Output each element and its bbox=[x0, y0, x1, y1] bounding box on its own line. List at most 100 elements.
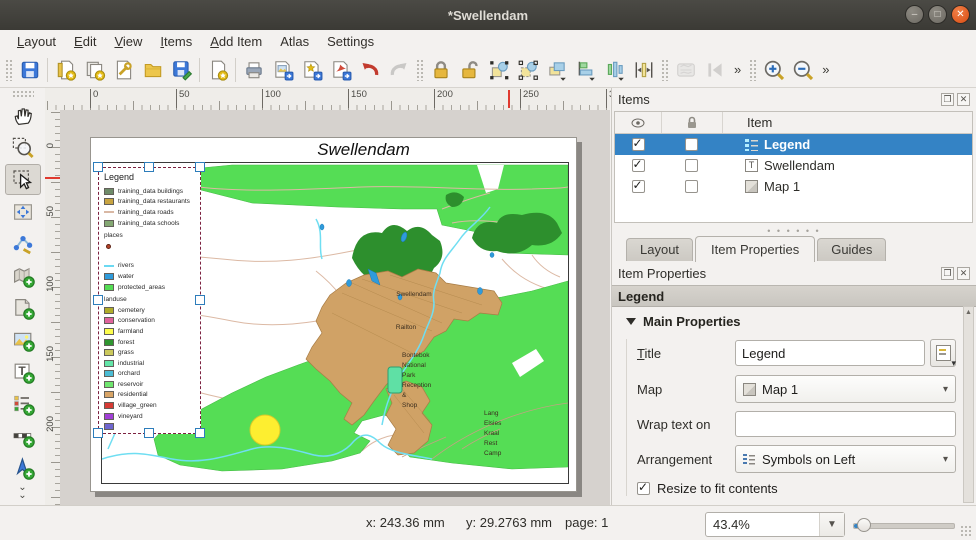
toolbar-overflow-button[interactable]: » bbox=[729, 62, 746, 77]
toolbar-grip[interactable] bbox=[661, 59, 668, 81]
selection-handle[interactable] bbox=[144, 428, 154, 438]
zoom-slider[interactable] bbox=[853, 523, 955, 529]
visibility-checkbox[interactable] bbox=[632, 180, 645, 193]
float-panel-icon[interactable]: ❐ bbox=[941, 93, 954, 106]
save-as-button[interactable] bbox=[167, 55, 196, 84]
menu-item[interactable]: Edit bbox=[65, 32, 105, 51]
group-items-button[interactable] bbox=[484, 55, 513, 84]
visibility-checkbox[interactable] bbox=[632, 138, 645, 151]
lock-items-button[interactable] bbox=[426, 55, 455, 84]
resize-grip[interactable] bbox=[960, 525, 972, 537]
close-button[interactable]: ✕ bbox=[951, 5, 970, 24]
selection-handle[interactable] bbox=[93, 295, 103, 305]
align-items-button[interactable] bbox=[571, 55, 600, 84]
minimize-button[interactable]: – bbox=[905, 5, 924, 24]
new-layout-button[interactable] bbox=[51, 55, 80, 84]
open-layout-button[interactable] bbox=[138, 55, 167, 84]
close-panel-icon[interactable]: ✕ bbox=[957, 93, 970, 106]
properties-scrollbar[interactable]: ▲ bbox=[963, 306, 974, 503]
panel-tab[interactable]: Item Properties bbox=[695, 236, 815, 262]
menu-item[interactable]: Add Item bbox=[201, 32, 271, 51]
menu-item[interactable]: Settings bbox=[318, 32, 383, 51]
visibility-checkbox[interactable] bbox=[632, 159, 645, 172]
toolbar-grip[interactable] bbox=[749, 59, 756, 81]
arrangement-select[interactable]: Symbols on Left ▾ bbox=[735, 445, 956, 473]
zoom-tool-button[interactable] bbox=[5, 132, 41, 163]
lock-checkbox[interactable] bbox=[685, 138, 698, 151]
toolbar-grip[interactable] bbox=[416, 59, 423, 81]
toolbar-grip[interactable] bbox=[5, 59, 12, 81]
add-picture-button[interactable] bbox=[5, 324, 41, 355]
menu-item[interactable]: Atlas bbox=[271, 32, 318, 51]
add-scalebar-button[interactable] bbox=[5, 420, 41, 451]
selection-handle[interactable] bbox=[144, 162, 154, 172]
menu-item[interactable]: Layout bbox=[8, 32, 65, 51]
layout-page[interactable]: Swellendam bbox=[90, 137, 577, 492]
resize-to-fit-checkbox[interactable] bbox=[637, 482, 650, 495]
edit-nodes-tool-button[interactable] bbox=[5, 228, 41, 259]
window-titlebar[interactable]: *Swellendam – □ ✕ bbox=[0, 0, 976, 30]
add-map-button[interactable] bbox=[5, 260, 41, 291]
selection-handle[interactable] bbox=[195, 162, 205, 172]
resize-items-button[interactable] bbox=[629, 55, 658, 84]
redo-button[interactable] bbox=[384, 55, 413, 84]
legend-entry: residential bbox=[104, 390, 198, 401]
chevron-down-icon[interactable]: ▼ bbox=[819, 513, 844, 536]
zoom-in-button[interactable] bbox=[759, 55, 788, 84]
add-north-arrow-button[interactable] bbox=[5, 452, 41, 483]
maximize-button[interactable]: □ bbox=[928, 5, 947, 24]
unlock-items-button[interactable] bbox=[455, 55, 484, 84]
float-panel-icon[interactable]: ❐ bbox=[941, 267, 954, 280]
add-legend-button[interactable] bbox=[5, 388, 41, 419]
items-table-row[interactable]: Swellendam bbox=[615, 155, 972, 176]
raise-items-button[interactable] bbox=[542, 55, 571, 84]
undo-button[interactable] bbox=[355, 55, 384, 84]
add-3d-map-button[interactable] bbox=[5, 292, 41, 323]
export-pdf-button[interactable] bbox=[326, 55, 355, 84]
selection-handle[interactable] bbox=[195, 428, 205, 438]
lock-checkbox[interactable] bbox=[685, 159, 698, 172]
items-table-row[interactable]: Map 1 bbox=[615, 176, 972, 197]
legend-title-input[interactable] bbox=[735, 340, 925, 366]
panel-tab[interactable]: Layout bbox=[626, 238, 693, 261]
panel-tab[interactable]: Guides bbox=[817, 238, 886, 261]
main-properties-section[interactable]: Main Properties bbox=[626, 314, 956, 329]
menu-item[interactable]: View bbox=[105, 32, 151, 51]
map-title-item[interactable]: Swellendam bbox=[151, 140, 576, 160]
zoom-level-combobox[interactable]: 43.4% ▼ bbox=[705, 512, 845, 537]
data-defined-override-button[interactable] bbox=[930, 339, 956, 367]
select-move-tool-button[interactable] bbox=[5, 164, 41, 195]
toolbar-overflow-button-2[interactable]: » bbox=[817, 62, 834, 77]
legend-swatch bbox=[104, 265, 114, 267]
export-image-button[interactable] bbox=[268, 55, 297, 84]
wrap-text-input[interactable] bbox=[735, 411, 956, 437]
toolbar-grip[interactable] bbox=[12, 90, 34, 97]
distribute-items-button[interactable] bbox=[600, 55, 629, 84]
menu-item[interactable]: Items bbox=[151, 32, 201, 51]
layout-canvas[interactable]: Swellendam bbox=[60, 110, 610, 505]
scroll-up-icon[interactable]: ▲ bbox=[964, 307, 973, 318]
selection-handle[interactable] bbox=[93, 428, 103, 438]
layout-manager-button[interactable] bbox=[109, 55, 138, 84]
zoom-slider-handle[interactable] bbox=[857, 518, 871, 532]
save-button[interactable] bbox=[15, 55, 44, 84]
add-from-template-button[interactable] bbox=[203, 55, 232, 84]
left-toolbar-more-button[interactable]: ⌄⌄ bbox=[0, 484, 45, 500]
selection-handle[interactable] bbox=[93, 162, 103, 172]
ungroup-items-button[interactable] bbox=[513, 55, 542, 84]
map-select[interactable]: Map 1 ▾ bbox=[735, 375, 956, 403]
lock-checkbox[interactable] bbox=[685, 180, 698, 193]
legend-item[interactable]: Legend training_data buildings training_… bbox=[98, 167, 201, 434]
export-svg-button[interactable] bbox=[297, 55, 326, 84]
duplicate-layout-button[interactable] bbox=[80, 55, 109, 84]
atlas-preview-button[interactable] bbox=[671, 55, 700, 84]
selection-handle[interactable] bbox=[195, 295, 205, 305]
atlas-first-feature-button[interactable] bbox=[700, 55, 729, 84]
zoom-out-button[interactable] bbox=[788, 55, 817, 84]
add-label-button[interactable]: T bbox=[5, 356, 41, 387]
close-panel-icon[interactable]: ✕ bbox=[957, 267, 970, 280]
print-button[interactable] bbox=[239, 55, 268, 84]
items-table-row[interactable]: Legend bbox=[615, 134, 972, 155]
pan-tool-button[interactable] bbox=[5, 100, 41, 131]
move-content-tool-button[interactable] bbox=[5, 196, 41, 227]
